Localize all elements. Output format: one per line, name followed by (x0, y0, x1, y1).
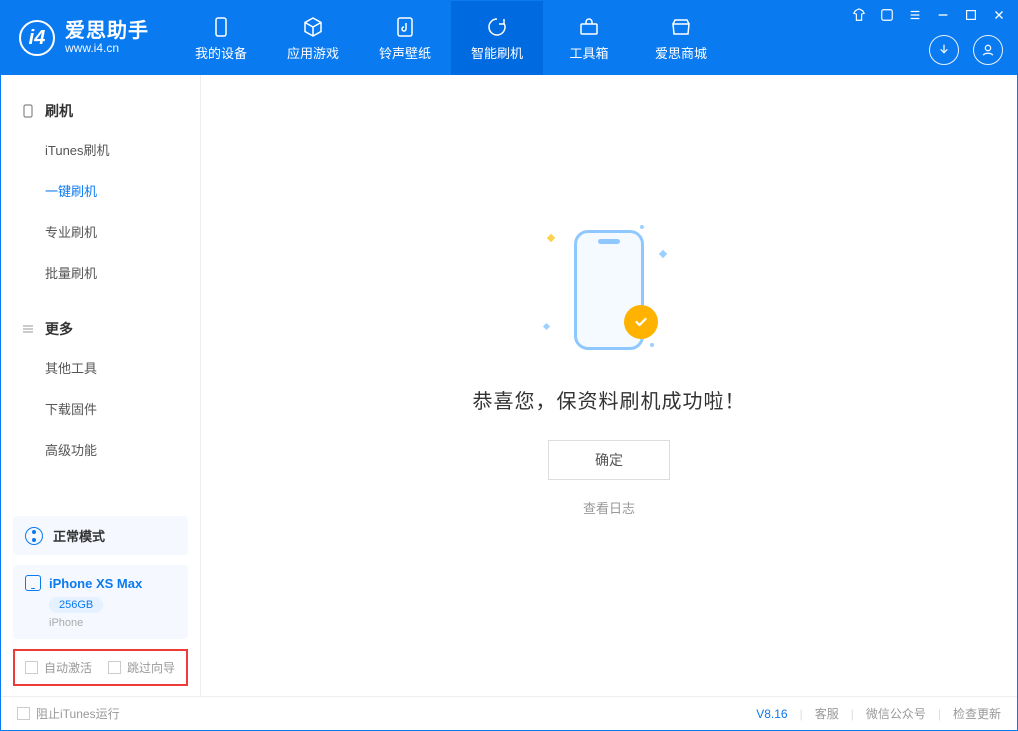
checkbox-icon (108, 661, 121, 674)
mode-icon (25, 527, 43, 545)
device-name: iPhone XS Max (49, 576, 142, 591)
device-type: iPhone (49, 617, 176, 629)
ok-button[interactable]: 确定 (548, 440, 670, 480)
status-right: V8.16 | 客服 | 微信公众号 | 检查更新 (756, 705, 1001, 722)
mode-card[interactable]: 正常模式 (13, 516, 188, 555)
sidebar-item-pro-flash[interactable]: 专业刷机 (45, 211, 200, 252)
wechat-link[interactable]: 微信公众号 (866, 705, 926, 722)
sidebar-item-itunes-flash[interactable]: iTunes刷机 (45, 129, 200, 170)
sidebar-item-batch-flash[interactable]: 批量刷机 (45, 252, 200, 293)
brand-logo-icon: i4 (19, 20, 55, 56)
sidebar-group-flash: 刷机 (1, 93, 200, 129)
sidebar-bottom: 正常模式 iPhone XS Max 256GB iPhone 自动激活 (1, 506, 200, 696)
support-link[interactable]: 客服 (815, 705, 839, 722)
success-illustration (534, 215, 684, 365)
sidebar-item-oneclick-flash[interactable]: 一键刷机 (45, 170, 200, 211)
download-button[interactable] (929, 35, 959, 65)
tab-label: 爱思商城 (655, 43, 707, 62)
redbox: 自动激活 跳过向导 (13, 649, 188, 686)
check-update-link[interactable]: 检查更新 (953, 705, 1001, 722)
checkbox-label: 阻止iTunes运行 (36, 705, 120, 722)
feedback-icon[interactable] (879, 7, 895, 23)
sidebar-item-other-tools[interactable]: 其他工具 (45, 347, 200, 388)
checkbox-icon (25, 661, 38, 674)
mode-label: 正常模式 (53, 526, 105, 545)
tab-store[interactable]: 爱思商城 (635, 1, 727, 75)
main-content: 恭喜您，保资料刷机成功啦！ 确定 查看日志 (201, 75, 1017, 696)
device-capacity: 256GB (49, 597, 103, 613)
dot-icon (640, 225, 644, 229)
skin-icon[interactable] (851, 7, 867, 23)
sidebar: 刷机 iTunes刷机 一键刷机 专业刷机 批量刷机 更多 其他工具 下载固件 … (1, 75, 201, 696)
checkbox-block-itunes[interactable]: 阻止iTunes运行 (17, 705, 120, 722)
device-phone-icon (25, 575, 41, 591)
device-icon (209, 15, 233, 39)
sparkle-icon (659, 249, 667, 257)
sidebar-item-advanced[interactable]: 高级功能 (45, 429, 200, 470)
music-file-icon (393, 15, 417, 39)
tab-ringtones[interactable]: 铃声壁纸 (359, 1, 451, 75)
sidebar-group-label: 刷机 (45, 101, 73, 121)
device-card[interactable]: iPhone XS Max 256GB iPhone (13, 565, 188, 639)
checkbox-label: 自动激活 (44, 659, 92, 676)
checkbox-label: 跳过向导 (127, 659, 175, 676)
cube-icon (301, 15, 325, 39)
phone-outline-icon (21, 104, 35, 118)
result-title: 恭喜您，保资料刷机成功啦！ (473, 385, 746, 414)
toolbox-icon (577, 15, 601, 39)
account-button[interactable] (973, 35, 1003, 65)
list-icon (21, 322, 35, 336)
sparkle-icon (543, 322, 550, 329)
separator: | (938, 707, 941, 721)
highlighted-options: 自动激活 跳过向导 (13, 649, 188, 686)
tab-smart-flash[interactable]: 智能刷机 (451, 1, 543, 75)
status-bar: 阻止iTunes运行 V8.16 | 客服 | 微信公众号 | 检查更新 (1, 696, 1017, 730)
checkbox-icon (17, 707, 30, 720)
sidebar-group-label: 更多 (45, 319, 73, 339)
result-panel: 恭喜您，保资料刷机成功啦！ 确定 查看日志 (473, 215, 746, 517)
store-icon (669, 15, 693, 39)
tab-label: 我的设备 (195, 43, 247, 62)
brand-text: 爱思助手 www.i4.cn (65, 20, 149, 55)
checkbox-auto-activate[interactable]: 自动激活 (25, 659, 92, 676)
sparkle-icon (547, 233, 555, 241)
main-tabs: 我的设备 应用游戏 铃声壁纸 智能刷机 工具箱 爱思商城 (175, 1, 727, 75)
tab-label: 智能刷机 (471, 43, 523, 62)
success-check-badge-icon (624, 305, 658, 339)
menu-icon[interactable] (907, 7, 923, 23)
brand: i4 爱思助手 www.i4.cn (1, 1, 167, 75)
tab-label: 铃声壁纸 (379, 43, 431, 62)
app-window: i4 爱思助手 www.i4.cn 我的设备 应用游戏 铃声壁纸 智能刷机 (0, 0, 1018, 731)
close-button[interactable] (991, 7, 1007, 23)
view-log-link[interactable]: 查看日志 (583, 498, 635, 517)
separator: | (800, 707, 803, 721)
separator: | (851, 707, 854, 721)
sidebar-group1-items: iTunes刷机 一键刷机 专业刷机 批量刷机 (1, 129, 200, 293)
version-label: V8.16 (756, 707, 787, 721)
tab-toolbox[interactable]: 工具箱 (543, 1, 635, 75)
tab-label: 应用游戏 (287, 43, 339, 62)
sidebar-group-more: 更多 (1, 311, 200, 347)
brand-subtitle: www.i4.cn (65, 42, 149, 55)
sidebar-group2-items: 其他工具 下载固件 高级功能 (1, 347, 200, 470)
window-controls-bottom (929, 35, 1003, 65)
refresh-shield-icon (485, 15, 509, 39)
titlebar: i4 爱思助手 www.i4.cn 我的设备 应用游戏 铃声壁纸 智能刷机 (1, 1, 1017, 75)
minimize-button[interactable] (935, 7, 951, 23)
tab-my-device[interactable]: 我的设备 (175, 1, 267, 75)
maximize-button[interactable] (963, 7, 979, 23)
sidebar-item-download-firmware[interactable]: 下载固件 (45, 388, 200, 429)
dot-icon (650, 343, 654, 347)
body: 刷机 iTunes刷机 一键刷机 专业刷机 批量刷机 更多 其他工具 下载固件 … (1, 75, 1017, 696)
checkbox-skip-guide[interactable]: 跳过向导 (108, 659, 175, 676)
window-controls-top (851, 7, 1007, 23)
tab-label: 工具箱 (569, 43, 608, 62)
device-row: iPhone XS Max (25, 575, 176, 591)
brand-title: 爱思助手 (65, 20, 149, 42)
tab-apps-games[interactable]: 应用游戏 (267, 1, 359, 75)
